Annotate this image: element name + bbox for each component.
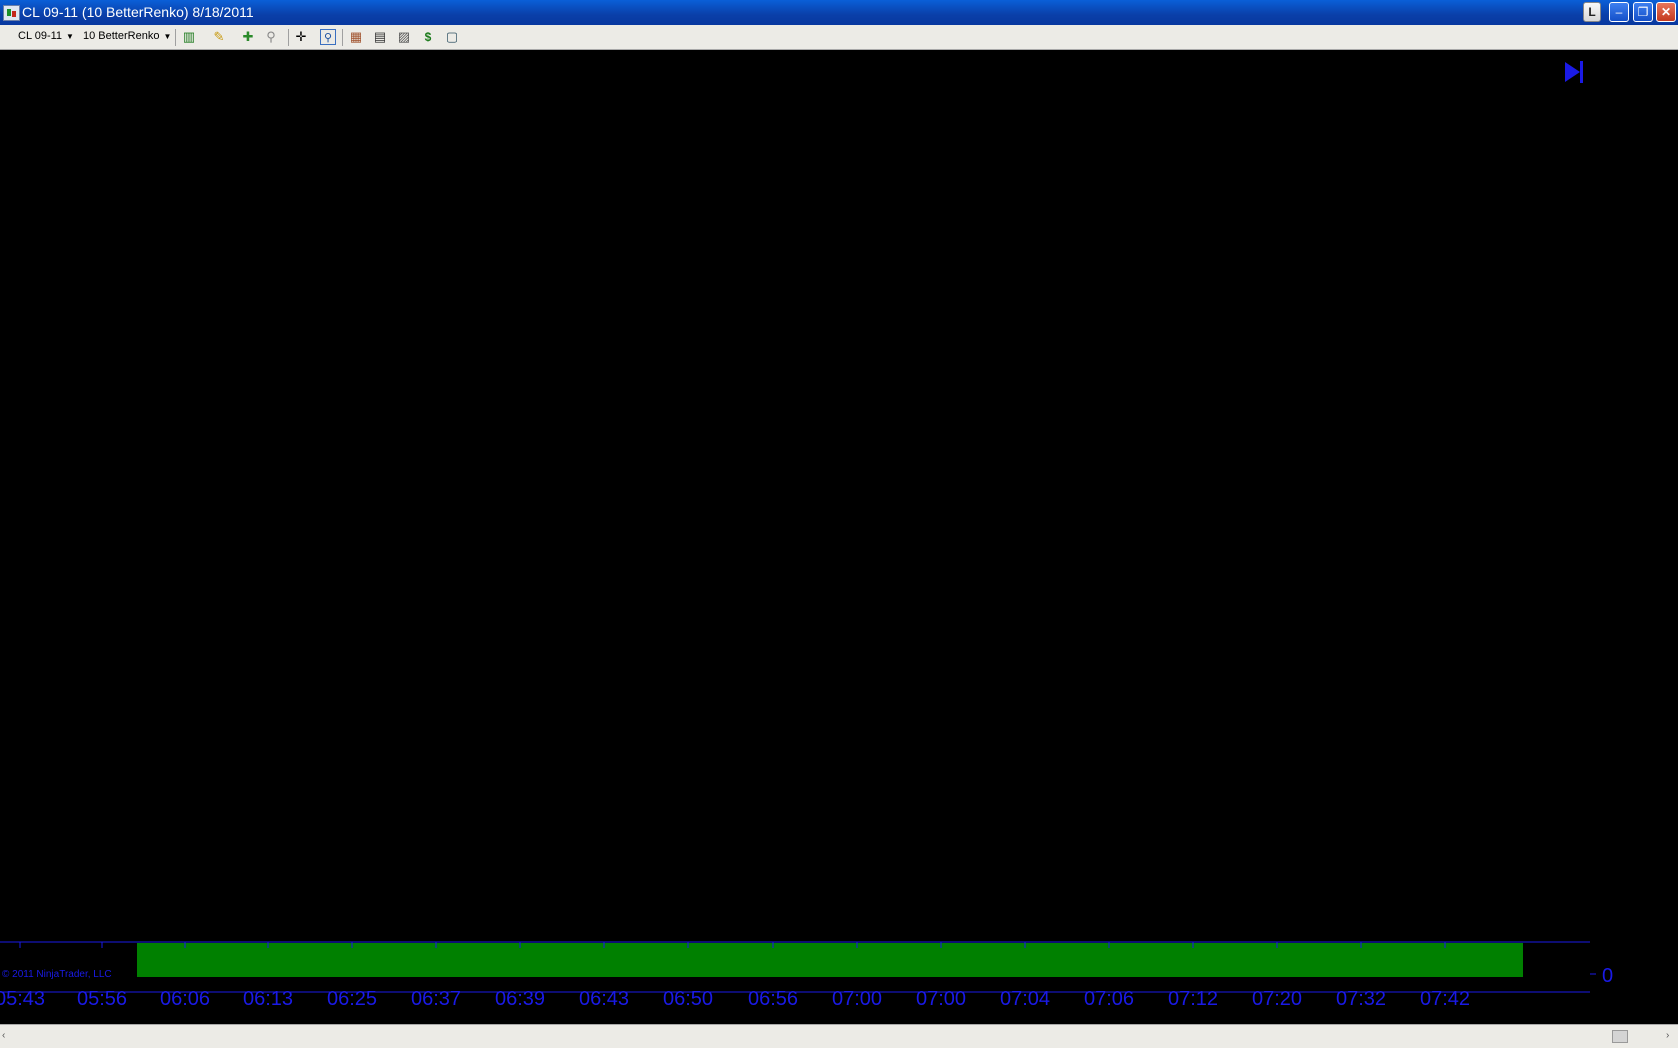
instrument-selector[interactable]: CL 09-11 ▼ [18, 30, 74, 42]
maximize-button[interactable]: ❐ [1633, 2, 1653, 22]
period-label: 10 BetterRenko [83, 30, 160, 42]
app-chart-icon [3, 5, 20, 21]
window-title: CL 09-11 (10 BetterRenko) 8/18/2011 [22, 4, 254, 20]
drawing-pencil-icon[interactable]: ✎ [211, 29, 227, 45]
skip-arrow [1565, 62, 1580, 82]
x-tick-label: 07:04 [1000, 988, 1050, 1010]
x-tick-label: 06:25 [327, 988, 377, 1010]
scroll-left-icon[interactable]: ‹ [2, 1030, 5, 1041]
crosshair-icon[interactable]: ✛ [293, 29, 309, 45]
horizontal-scrollbar[interactable]: ‹ › [0, 1024, 1678, 1048]
strategy-icon[interactable]: ⚲ [263, 29, 279, 45]
window-title-bar[interactable]: CL 09-11 (10 BetterRenko) 8/18/2011 L – … [0, 0, 1678, 25]
x-tick-label: 06:43 [579, 988, 629, 1010]
x-tick-label: 06:56 [748, 988, 798, 1010]
x-tick-label: 06:13 [243, 988, 293, 1010]
volume-axis-label: 0 [1602, 965, 1613, 987]
instrument-label: CL 09-11 [18, 30, 63, 42]
x-tick-label: 07:20 [1252, 988, 1302, 1010]
chevron-down-icon: ▼ [163, 32, 172, 41]
x-tick-label: 07:00 [832, 988, 882, 1010]
x-tick-label: 05:43 [0, 988, 45, 1010]
bar-type-icon[interactable]: ▥ [181, 29, 197, 45]
chart-toolbar: CL 09-11 ▼ 10 BetterRenko ▼ ▥ ✎ ✚ ⚲ ✛ ⚲ ▦ … [0, 25, 1678, 50]
x-tick-label: 06:06 [160, 988, 210, 1010]
close-button[interactable]: ✕ [1656, 2, 1676, 22]
skip-to-end-icon[interactable] [1565, 61, 1583, 83]
price-chart[interactable]: 85.4085.2085.0084.8084.6084.4084.2084.00… [0, 50, 1678, 1024]
x-tick-label: 06:39 [495, 988, 545, 1010]
add-indicator-icon[interactable]: ✚ [240, 29, 256, 45]
dollar-icon[interactable]: $ [420, 29, 436, 45]
volume-bar [137, 943, 1523, 977]
x-tick-label: 06:37 [411, 988, 461, 1010]
chart-trader-icon[interactable]: ▨ [396, 29, 412, 45]
scroll-right-icon[interactable]: › [1666, 1030, 1669, 1041]
scrollbar-thumb[interactable] [1612, 1030, 1628, 1043]
toolbar-separator [342, 29, 343, 46]
skip-bar [1580, 61, 1583, 83]
x-tick-label: 07:00 [916, 988, 966, 1010]
properties-icon[interactable]: ▦ [348, 29, 364, 45]
toolbar-separator [288, 29, 289, 46]
minimize-button[interactable]: – [1609, 2, 1629, 22]
link-button[interactable]: L [1583, 2, 1601, 22]
x-tick-label: 07:06 [1084, 988, 1134, 1010]
toolbar-separator [175, 29, 176, 46]
template-icon[interactable]: ▢ [444, 29, 460, 45]
x-tick-label: 07:32 [1336, 988, 1386, 1010]
period-selector[interactable]: 10 BetterRenko ▼ [83, 30, 171, 42]
chevron-down-icon: ▼ [66, 32, 74, 41]
x-tick-label: 06:50 [663, 988, 713, 1010]
x-tick-label: 07:12 [1168, 988, 1218, 1010]
x-tick-label: 07:42 [1420, 988, 1470, 1010]
copyright-watermark: © 2011 NinjaTrader, LLC [2, 969, 112, 980]
zoom-icon[interactable]: ⚲ [320, 29, 336, 45]
x-tick-label: 05:56 [77, 988, 127, 1010]
data-box-icon[interactable]: ▤ [372, 29, 388, 45]
